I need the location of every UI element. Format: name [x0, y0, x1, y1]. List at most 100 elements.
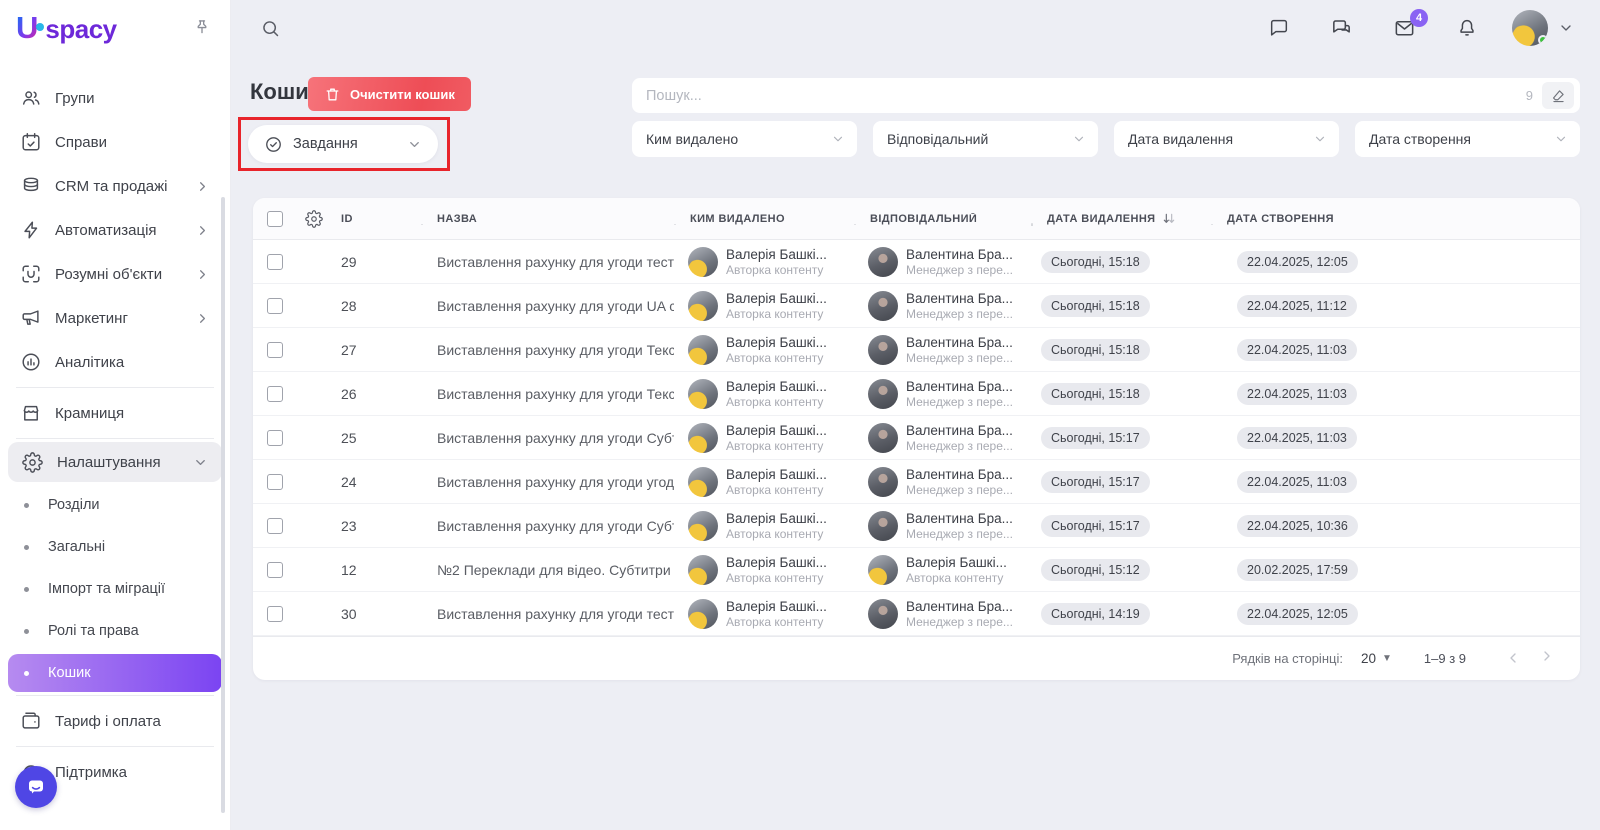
sidebar-subitem-label: Розділи	[48, 497, 100, 513]
row-checkbox[interactable]	[267, 254, 283, 270]
deleted-by-avatar	[688, 599, 718, 629]
responsible-cell[interactable]: Валентина Бра... Менеджер з пере...	[854, 599, 1031, 629]
row-checkbox[interactable]	[267, 430, 283, 446]
profile-chevron-down-icon[interactable]	[1558, 20, 1574, 36]
sidebar-item-automation[interactable]: Автоматизація	[0, 208, 230, 252]
search-icon[interactable]	[260, 18, 281, 39]
deleted-by-cell[interactable]: Валерія Башкі... Авторка контенту	[674, 247, 854, 277]
row-checkbox[interactable]	[267, 562, 283, 578]
table-row[interactable]: 26 Виставлення рахунку для угоди Текст В…	[253, 372, 1580, 416]
entity-type-dropdown[interactable]: Завдання	[248, 125, 438, 163]
responsible-cell[interactable]: Валентина Бра... Менеджер з пере...	[854, 335, 1031, 365]
deleted-by-cell[interactable]: Валерія Башкі... Авторка контенту	[674, 379, 854, 409]
row-checkbox[interactable]	[267, 474, 283, 490]
deleted-by-cell[interactable]: Валерія Башкі... Авторка контенту	[674, 423, 854, 453]
row-checkbox[interactable]	[267, 386, 283, 402]
row-name[interactable]: Виставлення рахунку для угоди UA су	[421, 298, 674, 314]
sidebar-item-crm[interactable]: CRM та продажі	[0, 164, 230, 208]
row-checkbox[interactable]	[267, 342, 283, 358]
row-name[interactable]: Виставлення рахунку для угоди Субти	[421, 518, 674, 534]
support-chat-bubble-button[interactable]	[15, 766, 57, 808]
table-row[interactable]: 30 Виставлення рахунку для угоди тест : …	[253, 592, 1580, 636]
sidebar-item-marketing[interactable]: Маркетинг	[0, 296, 230, 340]
column-header-id[interactable]: ID	[331, 213, 421, 225]
row-name[interactable]: Виставлення рахунку для угоди тест :	[421, 606, 674, 622]
deleted-by-avatar	[688, 423, 718, 453]
deleted-by-cell[interactable]: Валерія Башкі... Авторка контенту	[674, 555, 854, 585]
responsible-cell[interactable]: Валентина Бра... Менеджер з пере...	[854, 467, 1031, 497]
sidebar-subitem-roles[interactable]: Ролі та права	[0, 610, 230, 652]
responsible-cell[interactable]: Валентина Бра... Менеджер з пере...	[854, 291, 1031, 321]
table-row[interactable]: 24 Виставлення рахунку для угоди угода В…	[253, 460, 1580, 504]
row-name[interactable]: Виставлення рахунку для угоди Текст	[421, 342, 674, 358]
row-name[interactable]: Виставлення рахунку для угоди Текст	[421, 386, 674, 402]
rows-per-page-label: Рядків на сторінці:	[1232, 651, 1343, 666]
row-name[interactable]: Виставлення рахунку для угоди угода	[421, 474, 674, 490]
row-checkbox[interactable]	[267, 518, 283, 534]
sidebar-subitem-general[interactable]: Загальні	[0, 526, 230, 568]
deleted-by-name: Валерія Башкі...	[726, 599, 827, 614]
deleted-by-cell[interactable]: Валерія Башкі... Авторка контенту	[674, 599, 854, 629]
created-date-cell: 22.04.2025, 11:03	[1211, 383, 1580, 405]
sidebar-scrollbar[interactable]	[221, 197, 225, 813]
row-name[interactable]: Виставлення рахунку для угоди Субти	[421, 430, 674, 446]
table-row[interactable]: 27 Виставлення рахунку для угоди Текст В…	[253, 328, 1580, 372]
user-avatar[interactable]	[1512, 10, 1548, 46]
row-id: 27	[331, 342, 421, 358]
next-page-button[interactable]	[1536, 645, 1562, 671]
filter-deleted-by[interactable]: Ким видалено	[632, 121, 857, 157]
table-settings-gear-icon[interactable]	[297, 210, 331, 228]
filter-responsible[interactable]: Відповідальний	[873, 121, 1098, 157]
clear-search-button[interactable]	[1542, 82, 1574, 109]
sidebar-item-tasks[interactable]: Справи	[0, 120, 230, 164]
row-checkbox[interactable]	[267, 606, 283, 622]
bell-icon[interactable]	[1456, 17, 1478, 39]
column-header-deleted-by[interactable]: КИМ ВИДАЛЕНО	[674, 213, 854, 225]
previous-page-button[interactable]	[1500, 645, 1526, 671]
filter-label: Дата створення	[1369, 131, 1471, 147]
filter-created-date[interactable]: Дата створення	[1355, 121, 1580, 157]
pin-sidebar-icon[interactable]	[192, 18, 212, 38]
column-header-responsible[interactable]: ВІДПОВІДАЛЬНИЙ	[854, 213, 1031, 225]
row-checkbox[interactable]	[267, 298, 283, 314]
responsible-cell[interactable]: Валентина Бра... Менеджер з пере...	[854, 511, 1031, 541]
deleted-by-cell[interactable]: Валерія Башкі... Авторка контенту	[674, 467, 854, 497]
row-name[interactable]: №2 Переклади для відео. Субтитри	[421, 562, 674, 578]
responsible-cell[interactable]: Валентина Бра... Менеджер з пере...	[854, 423, 1031, 453]
sidebar-item-settings[interactable]: Налаштування	[8, 442, 222, 482]
responsible-cell[interactable]: Валентина Бра... Менеджер з пере...	[854, 247, 1031, 277]
deleted-by-cell[interactable]: Валерія Башкі... Авторка контенту	[674, 335, 854, 365]
sidebar-item-groups[interactable]: Групи	[0, 76, 230, 120]
sidebar-item-smart-objects[interactable]: Розумні об'єкти	[0, 252, 230, 296]
sidebar-subitem-import[interactable]: Імпорт та міграції	[0, 568, 230, 610]
sidebar-subitem-sections[interactable]: Розділи	[0, 484, 230, 526]
responsible-cell[interactable]: Валерія Башкі... Авторка контенту	[854, 555, 1031, 585]
chat-icon[interactable]	[1268, 17, 1290, 39]
table-footer: Рядків на сторінці: 20 ▼ 1–9 з 9	[253, 636, 1580, 679]
rows-per-page-select[interactable]: 20 ▼	[1361, 651, 1392, 666]
table-row[interactable]: 12 №2 Переклади для відео. Субтитри Вале…	[253, 548, 1580, 592]
deleted-by-cell[interactable]: Валерія Башкі... Авторка контенту	[674, 511, 854, 541]
search-input[interactable]	[646, 88, 1526, 104]
column-header-deleted-date[interactable]: ДАТА ВИДАЛЕННЯ	[1031, 212, 1211, 226]
table-row[interactable]: 28 Виставлення рахунку для угоди UA су В…	[253, 284, 1580, 328]
deleted-by-role: Авторка контенту	[726, 615, 827, 629]
sidebar-item-store[interactable]: Крамниця	[0, 391, 230, 435]
inbox-icon[interactable]: 4	[1393, 17, 1416, 40]
sidebar-item-billing[interactable]: Тариф і оплата	[0, 699, 230, 743]
sidebar-subitem-trash-active[interactable]: Кошик	[8, 654, 222, 692]
table-row[interactable]: 23 Виставлення рахунку для угоди Субти В…	[253, 504, 1580, 548]
clear-trash-button[interactable]: Очистити кошик	[308, 77, 471, 111]
chats-icon[interactable]	[1330, 17, 1353, 40]
row-name[interactable]: Виставлення рахунку для угоди тест :	[421, 254, 674, 270]
sidebar-item-analytics[interactable]: Аналітика	[0, 340, 230, 384]
column-header-name[interactable]: НАЗВА	[421, 213, 674, 225]
filter-deleted-date[interactable]: Дата видалення	[1114, 121, 1339, 157]
table-row[interactable]: 25 Виставлення рахунку для угоди Субти В…	[253, 416, 1580, 460]
responsible-cell[interactable]: Валентина Бра... Менеджер з пере...	[854, 379, 1031, 409]
app-logo[interactable]: Uspacy	[16, 12, 117, 45]
deleted-by-cell[interactable]: Валерія Башкі... Авторка контенту	[674, 291, 854, 321]
column-header-created-date[interactable]: ДАТА СТВОРЕННЯ	[1211, 213, 1580, 225]
select-all-checkbox[interactable]	[267, 211, 283, 227]
table-row[interactable]: 29 Виставлення рахунку для угоди тест : …	[253, 240, 1580, 284]
